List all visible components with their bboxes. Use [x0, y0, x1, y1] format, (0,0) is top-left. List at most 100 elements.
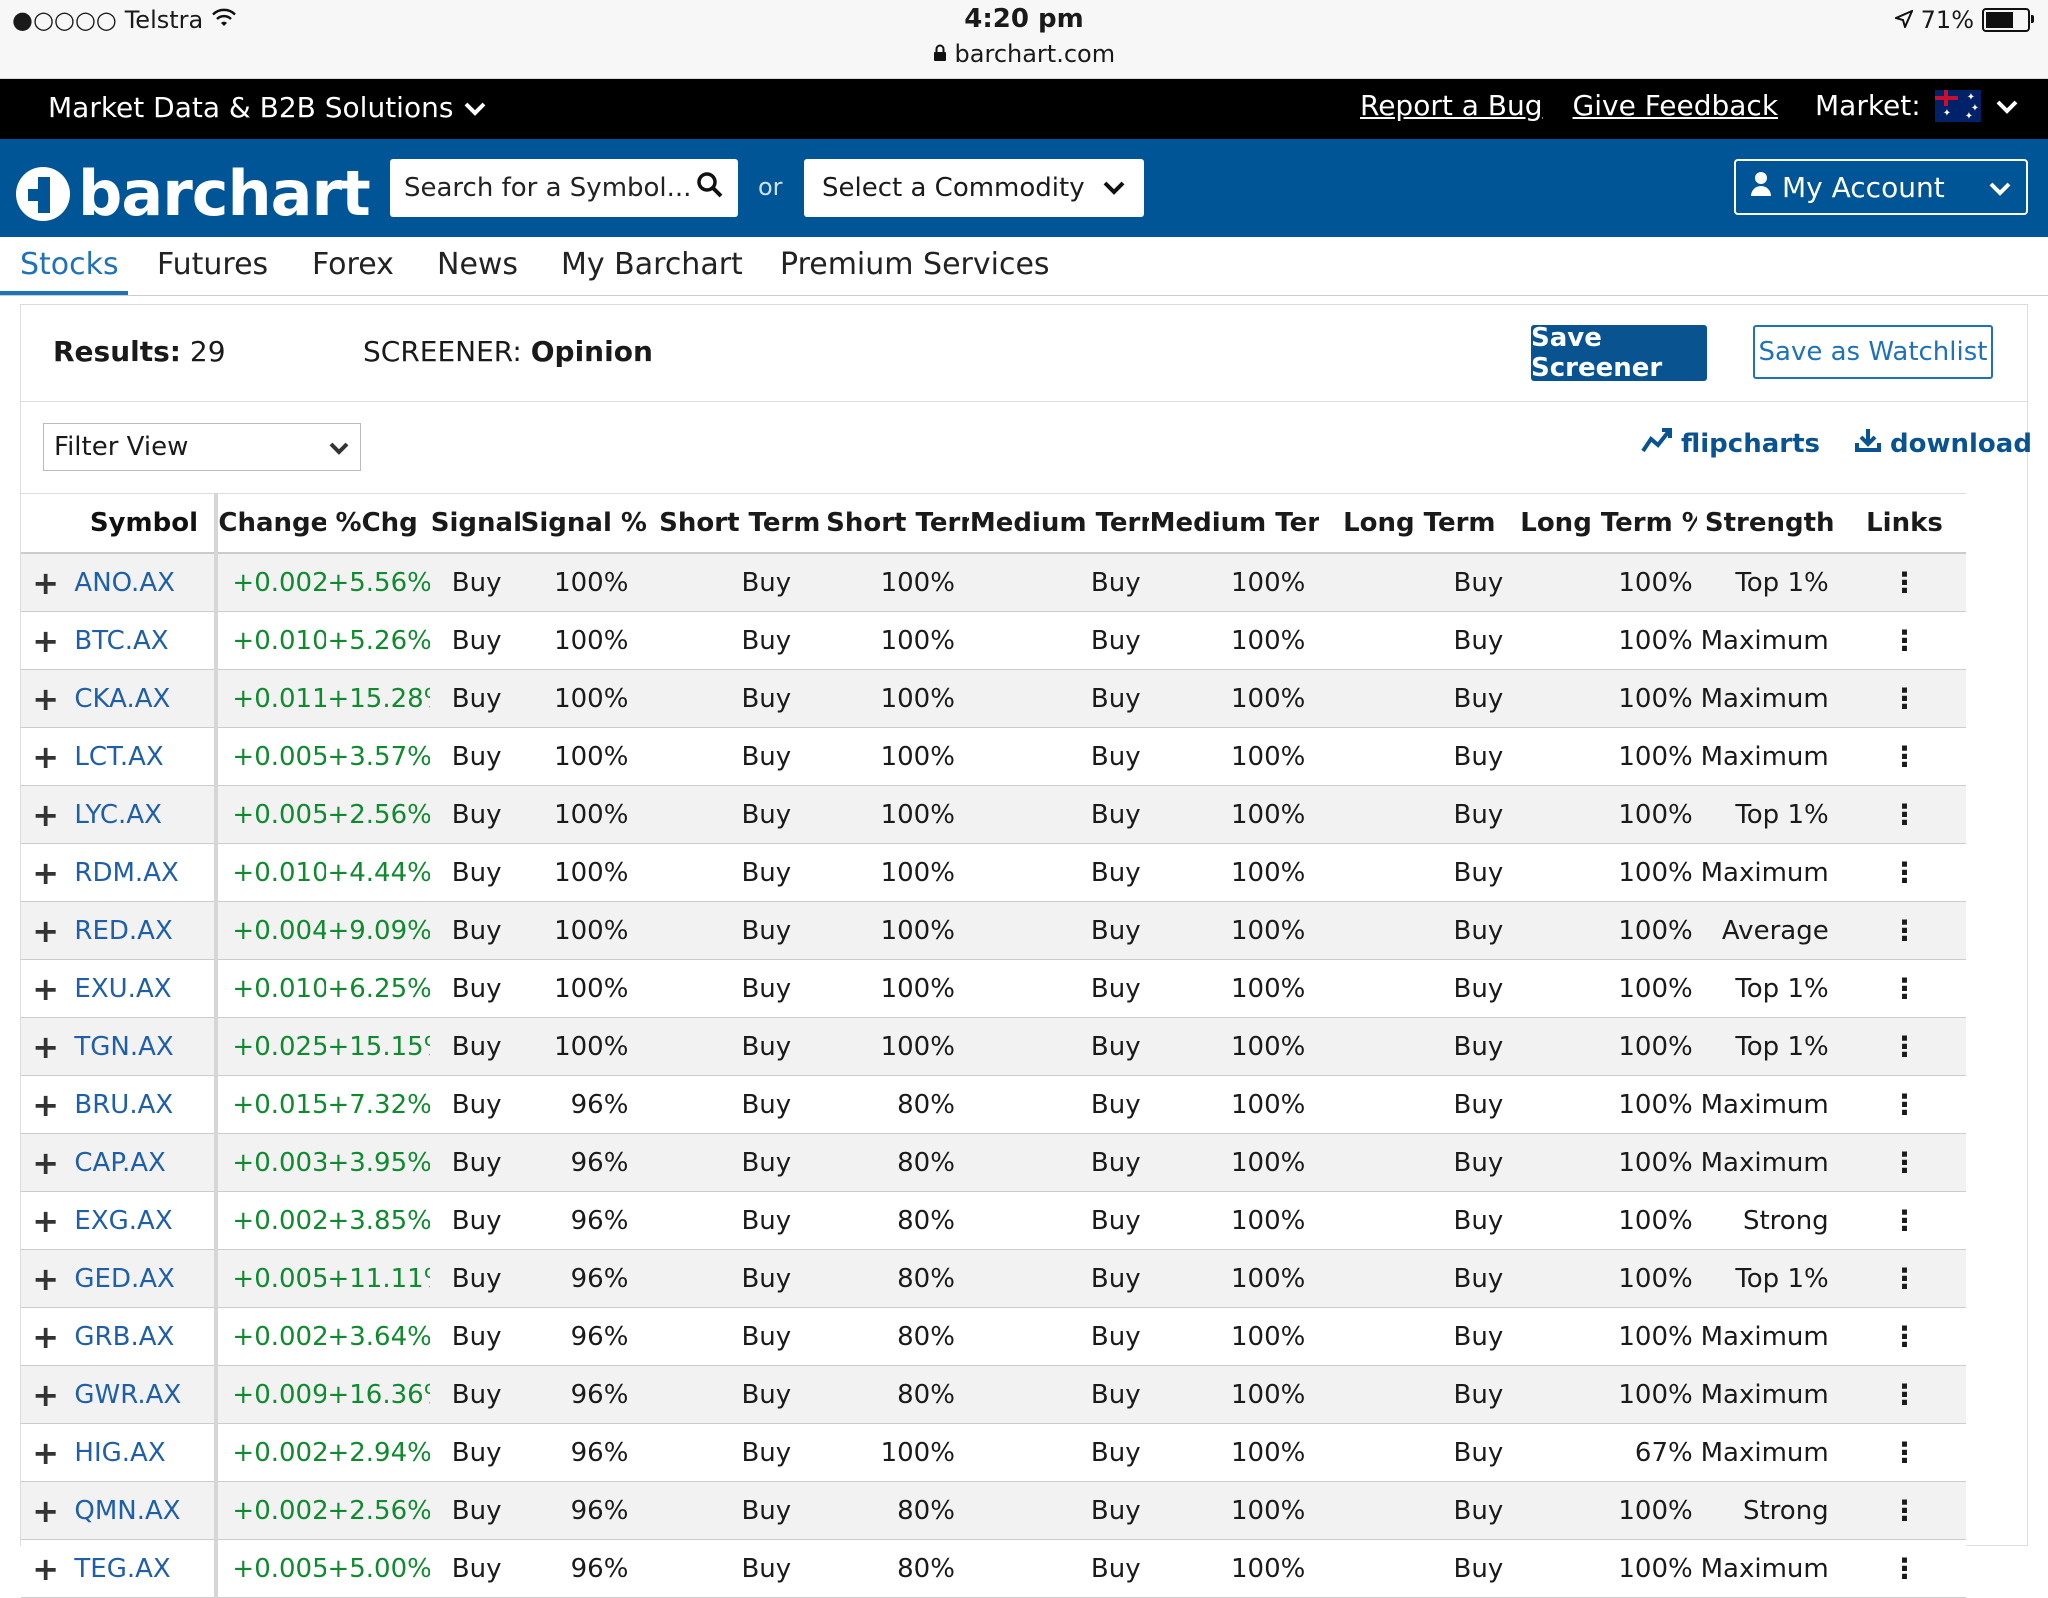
column-header-medium-term-pct[interactable]: Medium Term %	[1148, 493, 1320, 554]
nav-premium-services[interactable]: Premium Services	[780, 247, 1050, 282]
expand-row-plus-icon[interactable]: +	[21, 1191, 71, 1250]
symbol-link[interactable]: EXG.AX	[70, 1191, 219, 1250]
symbol-search-input[interactable]: Search for a Symbol...	[390, 159, 738, 217]
expand-row-plus-icon[interactable]: +	[21, 785, 71, 844]
expand-row-plus-icon[interactable]: +	[21, 843, 71, 902]
symbol-link[interactable]: RDM.AX	[70, 843, 219, 902]
expand-row-plus-icon[interactable]: +	[21, 1307, 71, 1366]
more-options-icon[interactable]: ⋮	[1842, 843, 1967, 902]
more-options-icon[interactable]: ⋮	[1842, 1539, 1967, 1598]
long-term-pct-value: 100%	[1519, 1481, 1697, 1540]
save-watchlist-button[interactable]: Save as Watchlist	[1753, 325, 1993, 379]
long-term-value: Buy	[1319, 1017, 1520, 1076]
give-feedback-link[interactable]: Give Feedback	[1573, 89, 1779, 122]
column-header-strength[interactable]: Strength	[1696, 493, 1843, 554]
more-options-icon[interactable]: ⋮	[1842, 727, 1967, 786]
expand-row-plus-icon[interactable]: +	[21, 1423, 71, 1482]
filter-view-select[interactable]: Filter View	[43, 423, 361, 471]
search-icon[interactable]	[696, 171, 724, 206]
symbol-link[interactable]: QMN.AX	[70, 1481, 219, 1540]
more-options-icon[interactable]: ⋮	[1842, 1017, 1967, 1076]
symbol-link[interactable]: TEG.AX	[70, 1539, 219, 1598]
column-header-short-term[interactable]: Short Term	[654, 493, 826, 554]
symbol-link[interactable]: GWR.AX	[70, 1365, 219, 1424]
table-row: + LYC.AX +0.005 +2.56% Buy 100% Buy 100% Buy 100%…	[21, 785, 2027, 844]
column-header-long-term-pct[interactable]: Long Term %	[1519, 493, 1697, 554]
more-options-icon[interactable]: ⋮	[1842, 1133, 1967, 1192]
column-header-change[interactable]: Change	[216, 493, 327, 554]
expand-row-plus-icon[interactable]: +	[21, 959, 71, 1018]
expand-row-plus-icon[interactable]: +	[21, 669, 71, 728]
expand-row-plus-icon[interactable]: +	[21, 1539, 71, 1598]
more-options-icon[interactable]: ⋮	[1842, 611, 1967, 670]
nav-news[interactable]: News	[437, 247, 518, 282]
signal-value: Buy	[429, 669, 520, 728]
symbol-link[interactable]: RED.AX	[70, 901, 219, 960]
symbol-link[interactable]: HIG.AX	[70, 1423, 219, 1482]
more-options-icon[interactable]: ⋮	[1842, 669, 1967, 728]
symbol-link[interactable]: CKA.AX	[70, 669, 219, 728]
my-account-button[interactable]: My Account	[1734, 159, 2028, 215]
symbol-link[interactable]: BRU.AX	[70, 1075, 219, 1134]
expand-row-plus-icon[interactable]: +	[21, 1017, 71, 1076]
short-term-pct-value: 80%	[825, 1365, 969, 1424]
save-screener-button[interactable]: Save Screener	[1531, 323, 1707, 383]
more-options-icon[interactable]: ⋮	[1842, 785, 1967, 844]
symbol-link[interactable]: LCT.AX	[70, 727, 219, 786]
more-options-icon[interactable]: ⋮	[1842, 1249, 1967, 1308]
expand-row-plus-icon[interactable]: +	[21, 727, 71, 786]
nav-my-barchart[interactable]: My Barchart	[561, 247, 743, 282]
column-header-short-term-pct[interactable]: Short Term %	[825, 493, 969, 554]
symbol-link[interactable]: BTC.AX	[70, 611, 219, 670]
more-options-icon[interactable]: ⋮	[1842, 1075, 1967, 1134]
symbol-link[interactable]: ANO.AX	[70, 553, 219, 612]
expand-row-plus-icon[interactable]: +	[21, 1249, 71, 1308]
expand-row-plus-icon[interactable]: +	[21, 901, 71, 960]
symbol-link[interactable]: EXU.AX	[70, 959, 219, 1018]
more-options-icon[interactable]: ⋮	[1842, 1307, 1967, 1366]
more-options-icon[interactable]: ⋮	[1842, 1481, 1967, 1540]
long-term-value: Buy	[1319, 1133, 1520, 1192]
expand-row-plus-icon[interactable]: +	[21, 1481, 71, 1540]
symbol-link[interactable]: GRB.AX	[70, 1307, 219, 1366]
expand-row-plus-icon[interactable]: +	[21, 1075, 71, 1134]
column-header-symbol[interactable]: Symbol	[70, 493, 219, 554]
nav-forex[interactable]: Forex	[312, 247, 394, 282]
column-header-long-term[interactable]: Long Term	[1319, 493, 1520, 554]
more-options-icon[interactable]: ⋮	[1842, 553, 1967, 612]
more-options-icon[interactable]: ⋮	[1842, 1423, 1967, 1482]
column-header-signal-pct[interactable]: Signal %	[519, 493, 655, 554]
nav-futures[interactable]: Futures	[157, 247, 268, 282]
flipcharts-link[interactable]: flipcharts	[1641, 427, 1820, 460]
more-options-icon[interactable]: ⋮	[1842, 901, 1967, 960]
signal-value: Buy	[429, 1075, 520, 1134]
market-selector[interactable]: Market: ✦ ✦ ✦ ✦	[1815, 89, 2019, 122]
column-header-medium-term[interactable]: Medium Term	[968, 493, 1149, 554]
expand-row-plus-icon[interactable]: +	[21, 1133, 71, 1192]
url-bar[interactable]: barchart.com	[0, 40, 2048, 68]
commodity-select[interactable]: Select a Commodity	[804, 159, 1144, 217]
barchart-logo[interactable]: barchart	[16, 157, 371, 230]
more-options-icon[interactable]: ⋮	[1842, 1365, 1967, 1424]
market-data-menu[interactable]: Market Data & B2B Solutions	[48, 91, 487, 124]
symbol-link[interactable]: LYC.AX	[70, 785, 219, 844]
symbol-link[interactable]: CAP.AX	[70, 1133, 219, 1192]
more-options-icon[interactable]: ⋮	[1842, 1191, 1967, 1250]
signal-value: Buy	[429, 1191, 520, 1250]
symbol-link[interactable]: GED.AX	[70, 1249, 219, 1308]
expand-row-plus-icon[interactable]: +	[21, 611, 71, 670]
more-options-icon[interactable]: ⋮	[1842, 959, 1967, 1018]
chevron-down-icon	[328, 432, 350, 462]
column-header-signal[interactable]: Signal	[429, 493, 520, 554]
nav-stocks[interactable]: Stocks	[20, 247, 119, 282]
expand-row-plus-icon[interactable]: +	[21, 553, 71, 612]
long-term-pct-value: 100%	[1519, 669, 1697, 728]
pct-chg-value: +7.32%	[326, 1075, 430, 1134]
expand-row-plus-icon[interactable]: +	[21, 1365, 71, 1424]
table-row: + HIG.AX +0.002 +2.94% Buy 96% Buy 100% Buy 100% B…	[21, 1423, 2027, 1482]
signal-value: Buy	[429, 1307, 520, 1366]
column-header-pct-chg[interactable]: %Chg	[326, 493, 430, 554]
report-bug-link[interactable]: Report a Bug	[1360, 89, 1543, 122]
symbol-link[interactable]: TGN.AX	[70, 1017, 219, 1076]
download-link[interactable]: download	[1854, 427, 2032, 460]
